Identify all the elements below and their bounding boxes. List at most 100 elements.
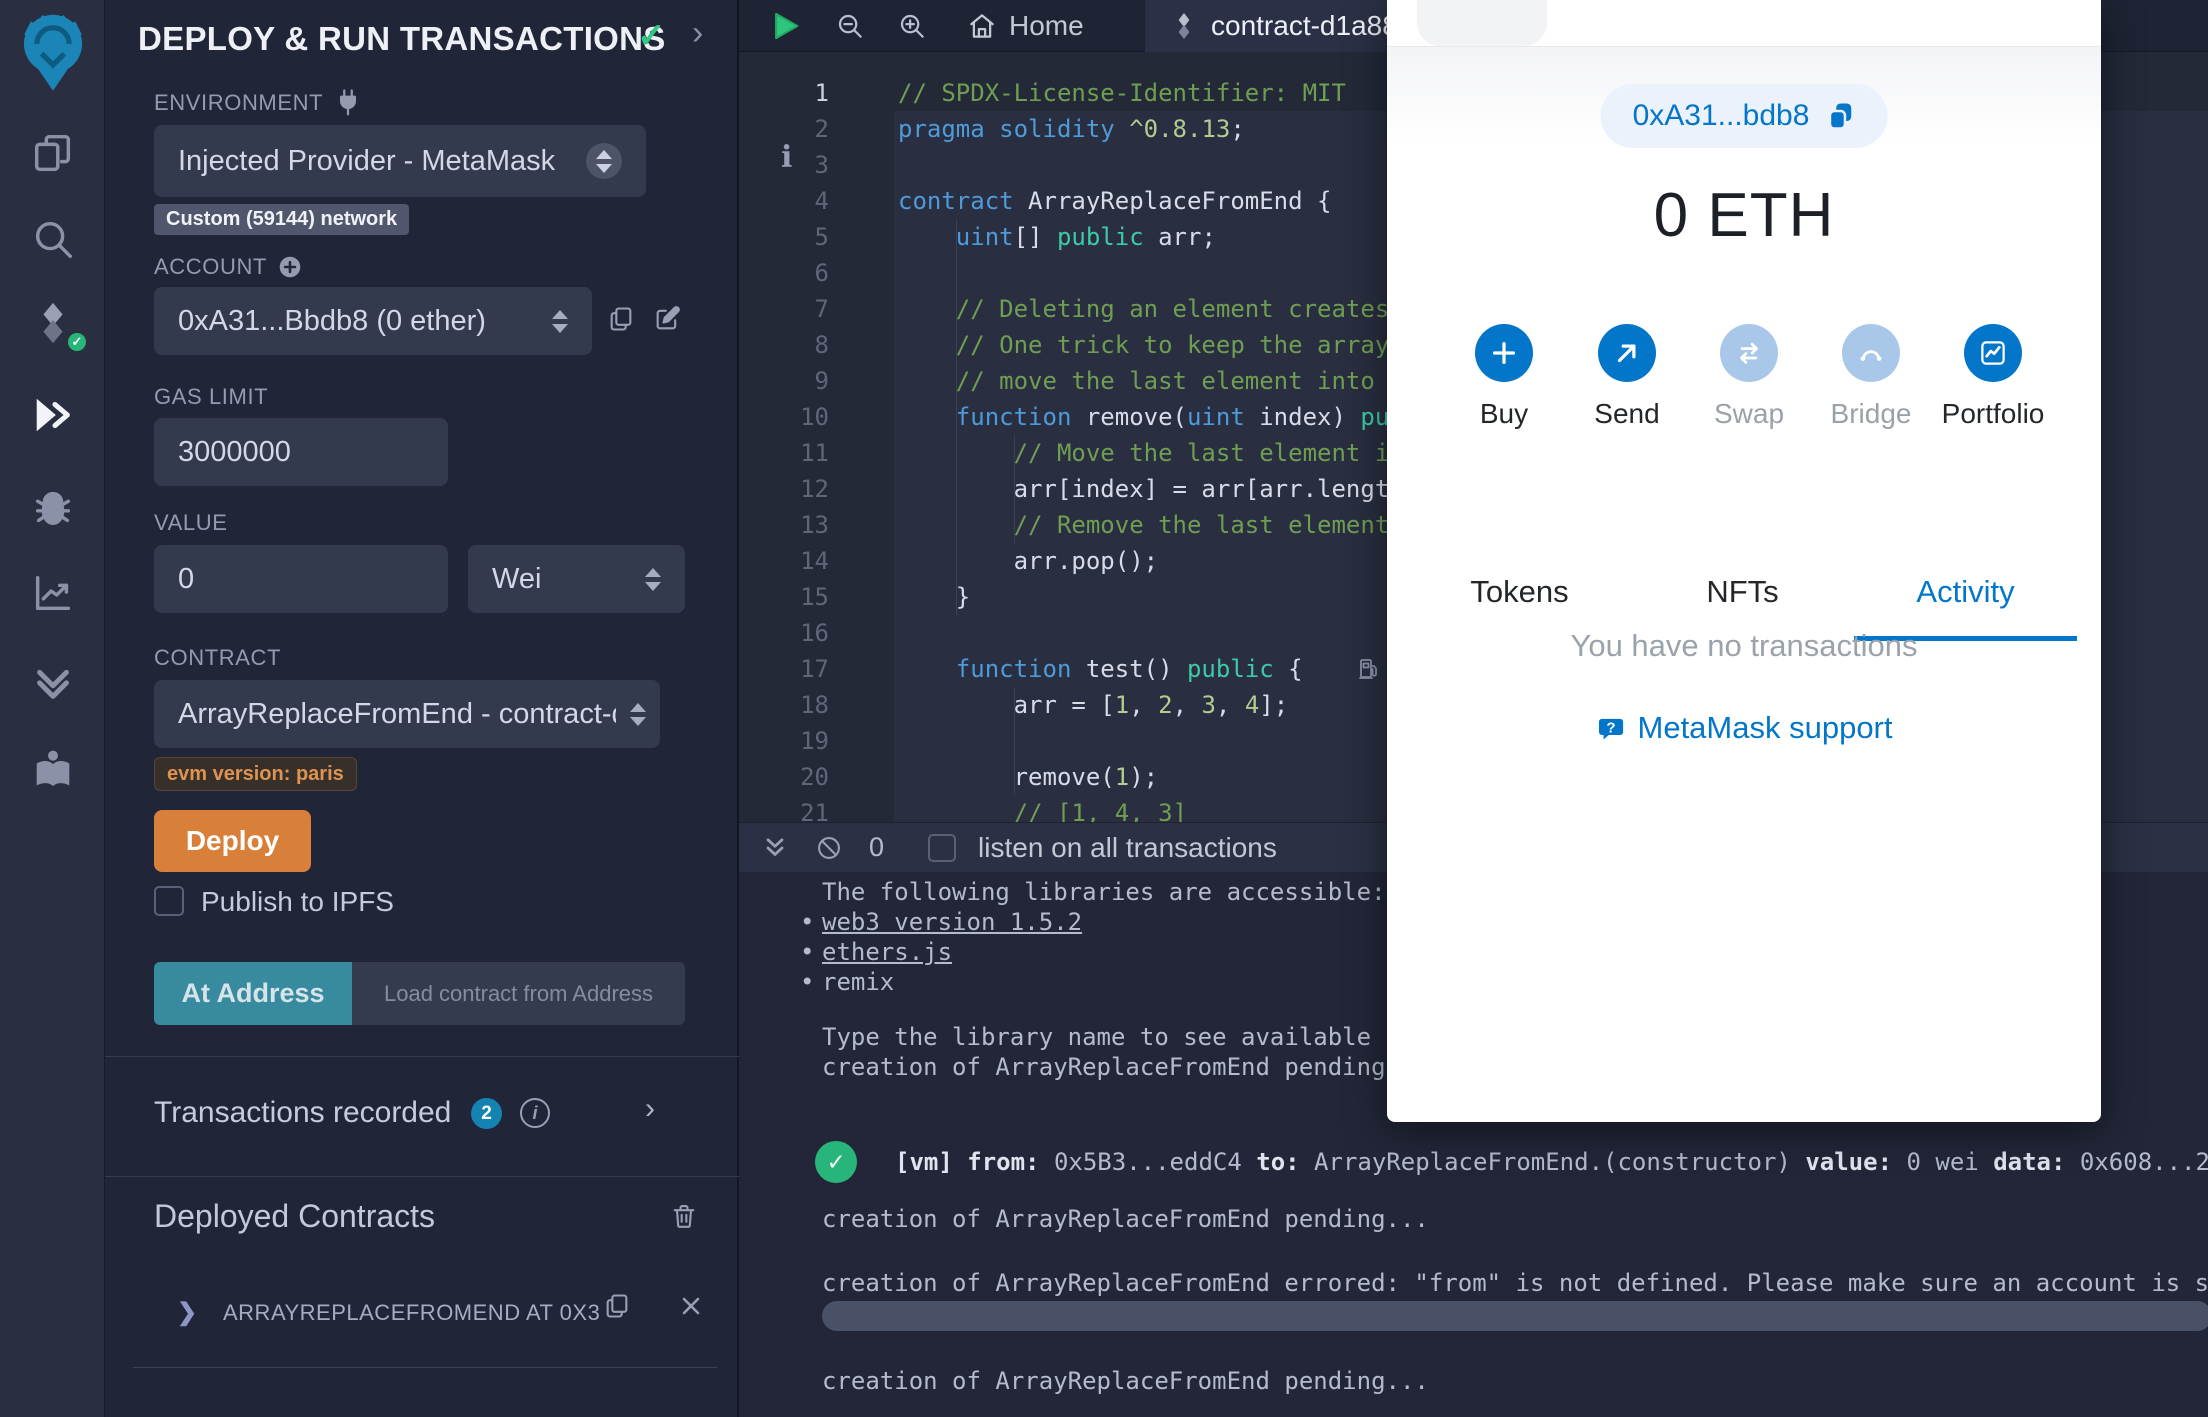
value-input[interactable]: 0 — [154, 545, 448, 613]
library-link[interactable]: web3 version 1.5.2 — [800, 906, 1082, 938]
environment-select[interactable]: Injected Provider - MetaMask — [154, 125, 646, 197]
swap-button: Swap — [1689, 324, 1809, 430]
copy-account-icon[interactable] — [607, 305, 635, 333]
listen-transactions-checkbox[interactable] — [928, 833, 957, 862]
network-badge: Custom (59144) network — [154, 204, 410, 235]
debugger-icon[interactable] — [0, 484, 105, 530]
deploy-button[interactable]: Deploy — [154, 810, 311, 872]
line-number: 6 — [814, 259, 829, 287]
code-line: // Remove the last element — [898, 511, 1390, 539]
edit-account-icon[interactable] — [653, 305, 681, 333]
terminal-scrollbar[interactable] — [822, 1301, 2208, 1331]
empty-transactions-text: You have no transactions — [1570, 628, 1918, 663]
solidity-compiler-icon[interactable]: ✓ — [0, 300, 105, 354]
remix-ide-window: ✓ DEPLOY & RUN TRANSACTIONS ✓ › ENVIRONM… — [0, 0, 2208, 1417]
panel-chevron-right-icon[interactable]: › — [692, 14, 703, 53]
metamask-support-link[interactable]: ? MetaMask support — [1387, 710, 2101, 746]
account-select[interactable]: 0xA31...Bbdb8 (0 ether) — [154, 287, 592, 355]
run-script-play-icon[interactable] — [769, 9, 803, 43]
zoom-in-icon[interactable] — [897, 11, 927, 41]
account-address-pill[interactable]: 0xA31...bdb8 — [1600, 84, 1888, 148]
expand-terminal-icon[interactable] — [761, 834, 789, 862]
pending-tx-count: 0 — [869, 832, 885, 862]
svg-text:?: ? — [1606, 719, 1615, 736]
deploy-run-icon[interactable] — [0, 392, 105, 438]
line-number: 5 — [814, 223, 829, 251]
swap-icon — [1720, 324, 1778, 382]
solidity-file-icon — [1171, 11, 1197, 41]
deployed-row-chevron-icon[interactable]: ❯ — [177, 1298, 197, 1327]
code-line: function remove(uint index) pu — [955, 403, 1390, 431]
code-line: } — [898, 583, 971, 611]
code-line: arr.pop(); — [898, 547, 1159, 575]
value-unit-select[interactable]: Wei — [468, 545, 685, 613]
copy-contract-icon[interactable] — [603, 1292, 631, 1320]
evm-version-badge: evm version: paris — [154, 757, 357, 791]
code-line: remove(1); — [898, 763, 1159, 791]
search-icon[interactable] — [0, 216, 105, 262]
code-line: // [1, 4, 3] — [898, 799, 1187, 822]
deployed-contract-row[interactable]: ARRAYREPLACEFROMEND AT 0X3 — [223, 1300, 600, 1326]
gas-limit-label: GAS LIMIT — [154, 384, 269, 409]
bridge-icon — [1842, 324, 1900, 382]
home-icon — [967, 11, 997, 41]
account-label: ACCOUNT — [154, 254, 303, 280]
line-number: 7 — [814, 295, 829, 323]
remix-logo — [0, 10, 105, 94]
statistics-icon[interactable] — [0, 570, 105, 616]
select-arrows-icon — [630, 702, 646, 726]
environment-info-icon[interactable]: i — [781, 140, 792, 175]
listen-transactions-label: listen on all transactions — [978, 831, 1277, 863]
code-line: // Move the last element i — [898, 439, 1390, 467]
code-line: // Deleting an element creates — [898, 295, 1390, 323]
tab-nfts[interactable]: NFTs — [1631, 570, 1854, 614]
plus-circle-icon[interactable] — [277, 254, 303, 280]
send-arrow-icon — [1598, 324, 1656, 382]
divider — [105, 1176, 739, 1177]
learneth-icon[interactable] — [0, 748, 105, 794]
page-title: DEPLOY & RUN TRANSACTIONS — [138, 20, 666, 57]
transactions-chevron-icon[interactable]: › — [645, 1092, 655, 1126]
zoom-out-icon[interactable] — [835, 11, 865, 41]
gas-limit-input[interactable]: 3000000 — [154, 418, 448, 486]
trash-icon[interactable] — [670, 1202, 698, 1230]
network-selector-pill[interactable] — [1417, 0, 1547, 46]
terminal-log-line: creation of ArrayReplaceFromEnd errored:… — [822, 1269, 2208, 1297]
transaction-log-row[interactable]: ✓ [vm] from: 0x5B3...eddC4 to: ArrayRepla… — [815, 1141, 2208, 1183]
code-line: pragma solidity ^0.8.13; — [898, 115, 1245, 143]
line-number: 19 — [800, 727, 829, 755]
transactions-info-icon[interactable]: i — [520, 1098, 550, 1128]
value-label: VALUE — [154, 510, 228, 535]
icon-sidebar: ✓ — [0, 0, 105, 1417]
code-line: // move the last element into — [898, 367, 1390, 395]
contract-select[interactable]: ArrayReplaceFromEnd - contract-d1a881.so… — [154, 680, 660, 748]
code-line: // SPDX-License-Identifier: MIT — [898, 79, 1346, 107]
load-contract-address-input[interactable]: Load contract from Address — [352, 962, 685, 1025]
bridge-button: Bridge — [1811, 324, 1931, 430]
line-number: 13 — [800, 511, 829, 539]
library-item: remix — [800, 966, 894, 998]
unit-testing-icon[interactable] — [0, 658, 105, 704]
clear-console-icon[interactable] — [815, 834, 843, 862]
code-line: arr = [1, 2, 3, 4]; — [898, 691, 1289, 719]
tab-activity[interactable]: Activity — [1854, 570, 2077, 614]
portfolio-button[interactable]: Portfolio — [1933, 324, 2053, 430]
code-line: uint[] public arr; — [955, 223, 1216, 251]
buy-button[interactable]: Buy — [1444, 324, 1564, 430]
at-address-button[interactable]: At Address — [154, 962, 352, 1025]
library-link[interactable]: ethers.js — [800, 936, 952, 968]
tab-home[interactable]: Home — [967, 0, 1084, 52]
file-explorer-icon[interactable] — [0, 130, 105, 176]
deployed-contracts-title: Deployed Contracts — [154, 1198, 436, 1234]
tab-tokens[interactable]: Tokens — [1408, 570, 1631, 614]
line-number: 14 — [800, 547, 829, 575]
copy-address-icon — [1825, 101, 1855, 131]
deploy-run-panel: DEPLOY & RUN TRANSACTIONS ✓ › ENVIRONMEN… — [105, 0, 792, 1417]
plug-icon — [333, 88, 363, 118]
line-number: 8 — [814, 331, 829, 359]
line-number: 4 — [814, 187, 829, 215]
send-button[interactable]: Send — [1567, 324, 1687, 430]
publish-ipfs-checkbox[interactable] — [154, 886, 184, 916]
close-icon[interactable] — [679, 1294, 703, 1318]
line-number: 10 — [800, 403, 829, 431]
